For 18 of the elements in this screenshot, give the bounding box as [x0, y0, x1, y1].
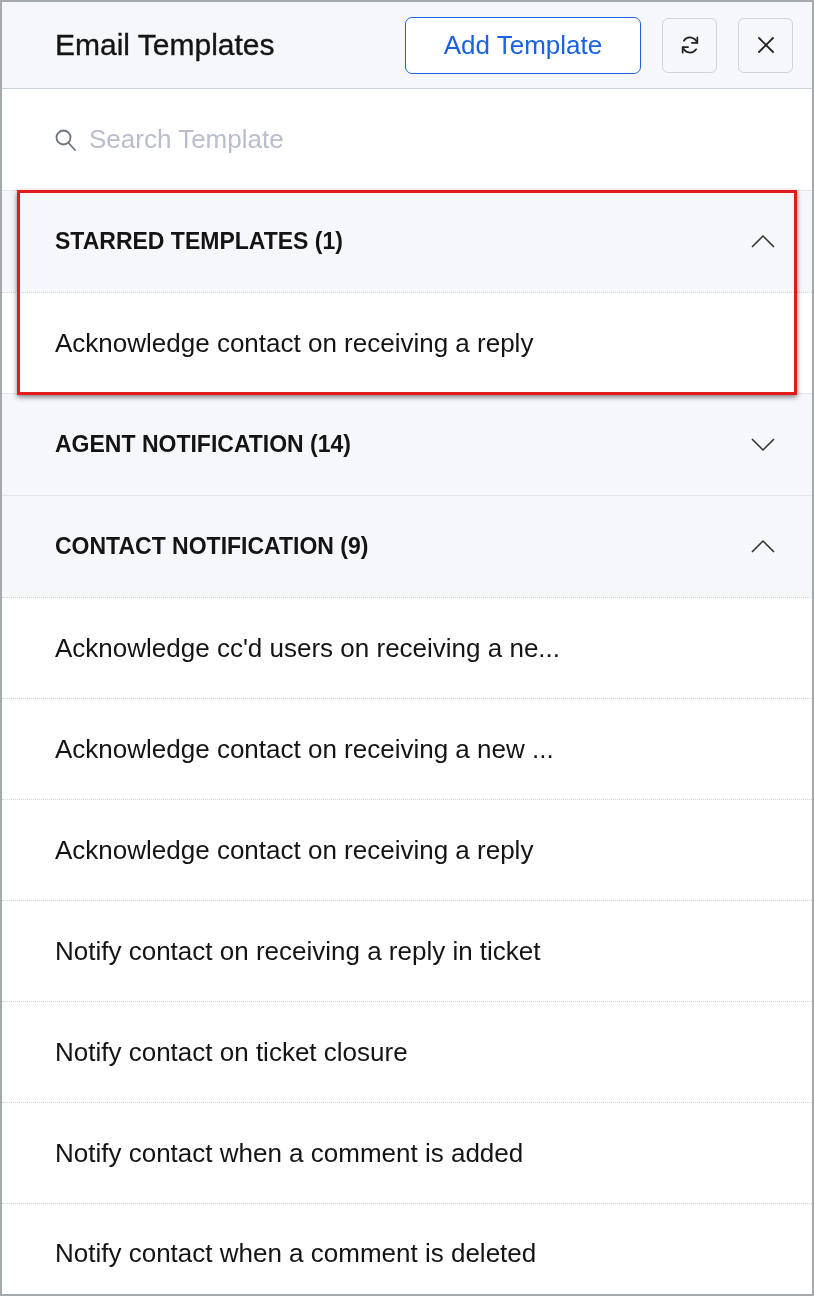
- close-icon: [757, 37, 774, 53]
- close-button[interactable]: [738, 17, 793, 73]
- panel-title: Email Templates: [55, 28, 276, 62]
- template-item[interactable]: Notify contact on ticket closure: [2, 1001, 812, 1102]
- section-header[interactable]: CONTACT NOTIFICATION (9): [2, 496, 812, 597]
- refresh-button[interactable]: [662, 17, 717, 73]
- template-item[interactable]: Acknowledge cc'd users on receiving a ne...: [2, 597, 812, 698]
- template-item[interactable]: Notify contact when a comment is added: [2, 1102, 812, 1203]
- template-item[interactable]: Notify contact when a comment is deleted: [2, 1203, 812, 1294]
- section-header[interactable]: AGENT NOTIFICATION (14): [2, 394, 812, 495]
- template-item[interactable]: Acknowledge contact on receiving a new ...: [2, 698, 812, 799]
- search-icon: [55, 128, 76, 151]
- template-item[interactable]: Acknowledge contact on receiving a reply: [2, 799, 812, 900]
- section-header[interactable]: STARRED TEMPLATES (1): [2, 191, 812, 292]
- search-field[interactable]: Search Template: [89, 124, 489, 155]
- add-template-button[interactable]: Add Template: [405, 16, 641, 74]
- template-item[interactable]: Notify contact on receiving a reply in ticket: [2, 900, 812, 1001]
- template-item[interactable]: Acknowledge contact on receiving a reply: [2, 292, 812, 393]
